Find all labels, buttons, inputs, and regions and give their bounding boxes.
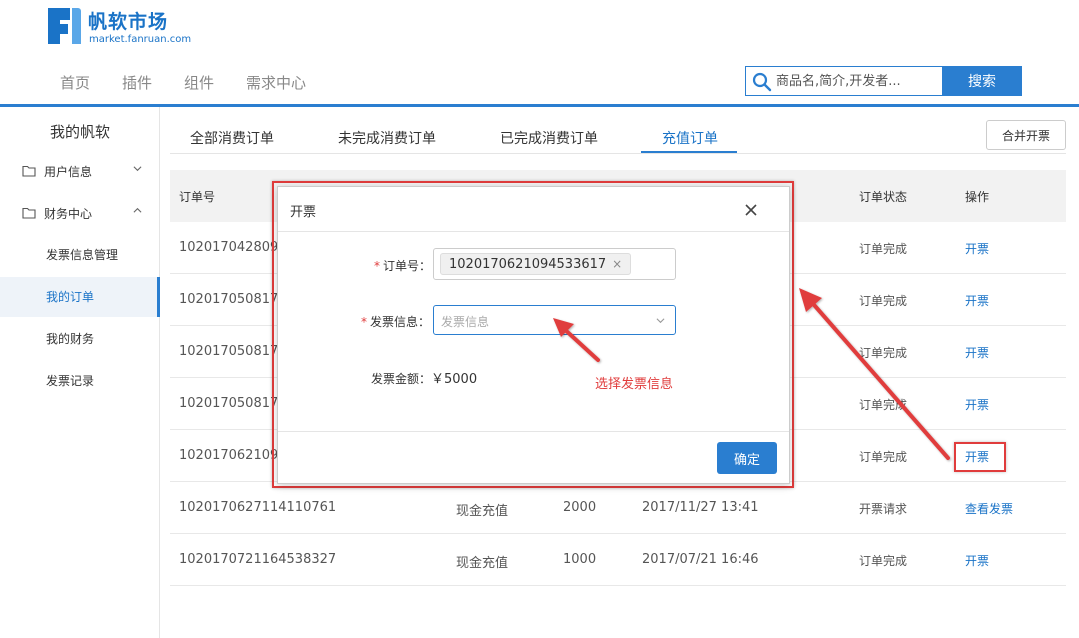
order-no-cell: 102017050817 <box>179 396 279 411</box>
folder-icon <box>22 207 36 219</box>
table-row: 1020170721164538327 现金充值 1000 2017/07/21… <box>170 534 1066 586</box>
invoice-link[interactable]: 开票 <box>965 396 989 413</box>
chevron-down-icon <box>656 318 665 324</box>
search-icon <box>752 72 772 92</box>
dialog-title: 开票 <box>290 205 317 220</box>
close-icon[interactable] <box>744 203 758 217</box>
order-no-label: * 订单号： <box>374 257 431 274</box>
search-input[interactable] <box>776 71 936 91</box>
nav-item-home[interactable]: 首页 <box>60 72 90 93</box>
status-cell: 订单完成 <box>859 450 908 464</box>
sidebar-group-label: 用户信息 <box>44 164 93 179</box>
merge-invoice-button[interactable]: 合并开票 <box>986 120 1066 150</box>
fanruan-logo-icon <box>48 8 81 44</box>
sidebar-group-label: 财务中心 <box>44 206 93 221</box>
sidebar-title: 我的帆软 <box>49 123 110 141</box>
time-cell: 2017/07/21 16:46 <box>642 552 759 567</box>
chevron-up-icon <box>133 207 142 213</box>
order-no-cell: 102017050817 <box>179 344 279 359</box>
column-header-action: 操作 <box>965 190 990 204</box>
search-box <box>745 66 943 96</box>
column-header-order-no: 订单号 <box>179 190 216 204</box>
tab-recharge-orders[interactable]: 充值订单 <box>662 128 718 148</box>
sidebar-item-invoice-records[interactable]: 发票记录 <box>0 361 160 401</box>
sidebar-group-finance-center[interactable]: 财务中心 <box>0 193 160 233</box>
order-no-cell: 1020170627114110761 <box>179 500 337 515</box>
sidebar-item-my-orders[interactable]: 我的订单 <box>0 277 160 317</box>
sidebar-item-my-finance[interactable]: 我的财务 <box>0 319 160 359</box>
status-cell: 订单完成 <box>859 346 908 360</box>
active-tab-underline <box>641 151 737 153</box>
annotation-highlight-box <box>954 442 1006 472</box>
search-button[interactable]: 搜索 <box>942 66 1022 96</box>
invoice-link[interactable]: 开票 <box>965 552 989 569</box>
main-nav: 首页 插件 组件 需求中心 <box>44 72 322 93</box>
order-type-cell: 现金充值 <box>456 504 509 519</box>
dialog-divider <box>278 431 789 432</box>
time-cell: 2017/11/27 13:41 <box>642 500 759 515</box>
dialog-divider <box>278 231 789 232</box>
order-no-label-text: 订单号： <box>383 259 432 273</box>
order-no-cell: 102017050817 <box>179 292 279 307</box>
invoice-link[interactable]: 开票 <box>965 292 989 309</box>
status-cell: 开票请求 <box>859 502 908 516</box>
tab-finished-orders[interactable]: 已完成消费订单 <box>500 128 598 148</box>
order-tag-text: 102017062109453361​7 <box>449 257 607 272</box>
invoice-amount: 发票金额：￥5000 <box>371 368 477 387</box>
annotation-text: 选择发票信息 <box>595 377 674 392</box>
status-cell: 订单完成 <box>859 242 908 256</box>
invoice-select-placeholder: 发票信息 <box>441 315 490 329</box>
amount-label: 发票金额： <box>371 372 432 386</box>
order-tabs: 全部消费订单 未完成消费订单 已完成消费订单 充值订单 <box>170 107 1066 154</box>
status-cell: 订单完成 <box>859 398 908 412</box>
nav-item-components[interactable]: 组件 <box>184 72 214 93</box>
invoice-info-label: * 发票信息： <box>361 313 430 330</box>
status-cell: 订单完成 <box>859 554 908 568</box>
nav-item-plugins[interactable]: 插件 <box>122 72 152 93</box>
brand-url: market.fanruan.com <box>89 34 192 45</box>
amount-value: ￥5000 <box>431 372 478 387</box>
remove-tag-icon[interactable]: × <box>612 257 622 271</box>
invoice-info-select[interactable]: 发票信息 <box>433 305 676 335</box>
invoice-dialog: 开票 * 订单号： 102017062109453361​7 × * 发票信息： 发票… <box>277 186 790 484</box>
required-mark: * <box>361 315 367 329</box>
nav-item-demand-center[interactable]: 需求中心 <box>246 72 306 93</box>
confirm-button[interactable]: 确定 <box>717 442 777 474</box>
table-row: 1020170627114110761 现金充值 2000 2017/11/27… <box>170 482 1066 534</box>
order-type-cell: 现金充值 <box>456 556 509 571</box>
required-mark: * <box>374 259 380 273</box>
amount-cell: 2000 <box>563 500 597 515</box>
amount-cell: 1000 <box>563 552 597 567</box>
chevron-down-icon <box>133 166 142 172</box>
tab-unfinished-orders[interactable]: 未完成消费订单 <box>338 128 436 148</box>
view-invoice-link[interactable]: 查看发票 <box>965 500 1013 517</box>
order-no-cell: 102017042809 <box>179 240 279 255</box>
invoice-link[interactable]: 开票 <box>965 240 989 257</box>
tab-all-orders[interactable]: 全部消费订单 <box>190 128 274 148</box>
folder-icon <box>22 165 36 177</box>
order-no-field[interactable]: 102017062109453361​7 × <box>433 248 676 280</box>
invoice-link[interactable]: 开票 <box>965 344 989 361</box>
brand-name: 帆软市场 <box>88 11 169 33</box>
invoice-info-label-text: 发票信息： <box>370 315 431 329</box>
order-tag: 102017062109453361​7 × <box>440 253 632 275</box>
status-cell: 订单完成 <box>859 294 908 308</box>
column-header-status: 订单状态 <box>859 190 908 204</box>
order-no-cell: 102017062109 <box>179 448 279 463</box>
order-no-cell: 1020170721164538327 <box>179 552 337 567</box>
sidebar: 我的帆软 用户信息 财务中心 发票信息管理 我的订单 我的财务 发票记录 <box>0 107 160 638</box>
sidebar-group-user-info[interactable]: 用户信息 <box>0 151 160 191</box>
sidebar-item-invoice-info[interactable]: 发票信息管理 <box>0 235 160 275</box>
